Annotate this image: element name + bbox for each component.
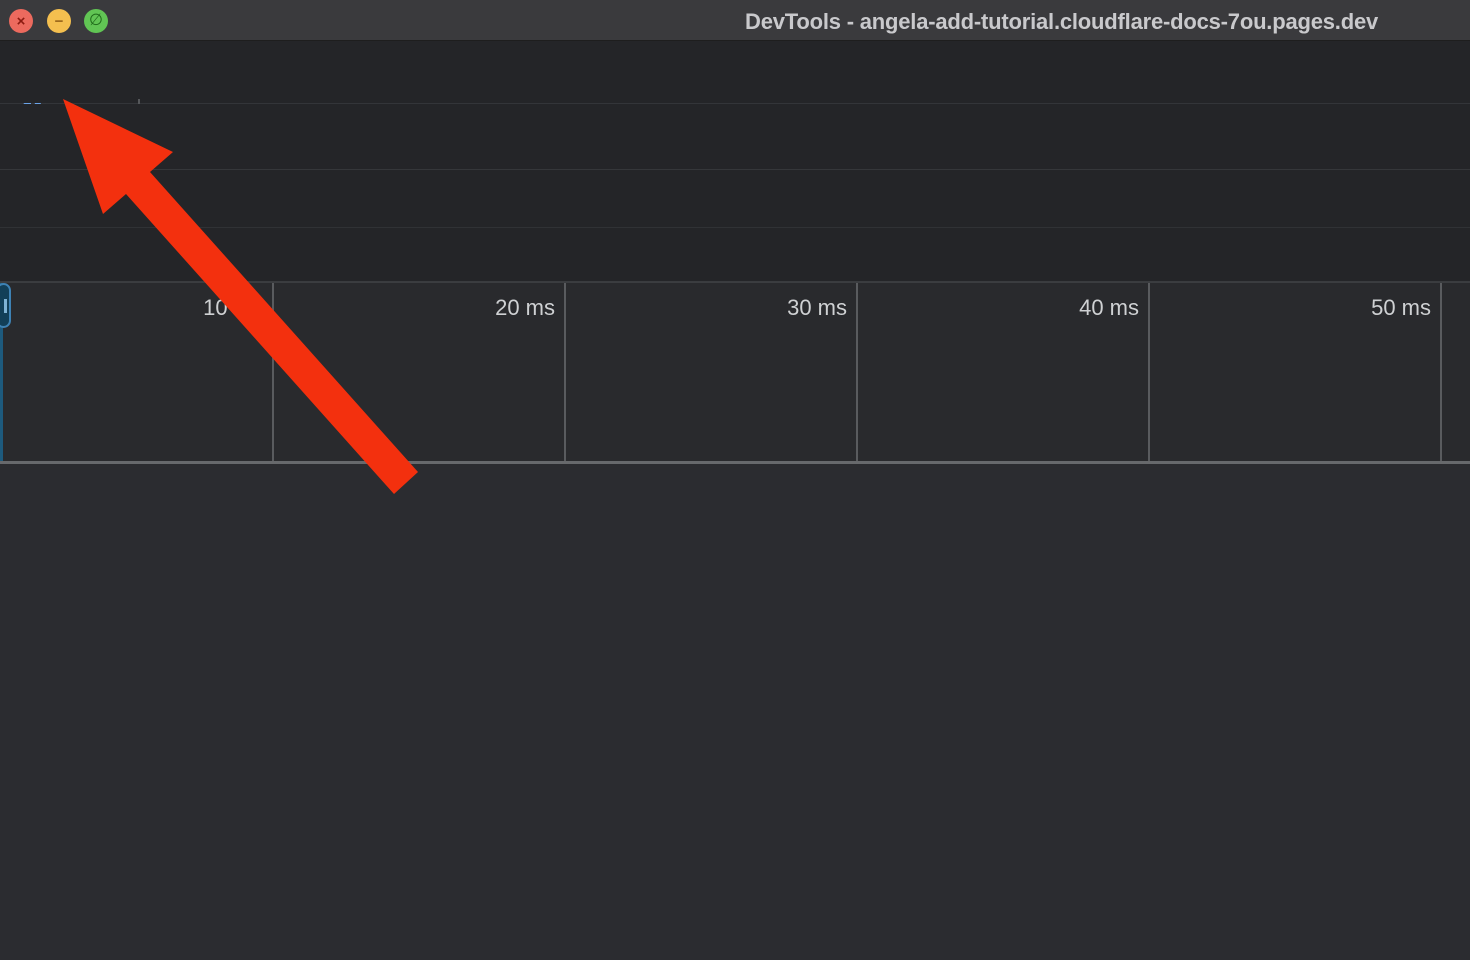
zoom-window-button[interactable]: ∅ — [84, 9, 108, 33]
devtools-tabbar: Console Network Sources Performance Memo… — [0, 41, 1470, 104]
timeline-tick-label: 10 ms — [203, 295, 263, 321]
titlebar: × − ∅ DevTools - angela-add-tutorial.clo… — [0, 0, 1470, 41]
network-filter-bar-2: Blocked requests 3rd-party requests — [0, 228, 1470, 282]
requests-table-empty-area: Recording network activity… Perform a re… — [0, 464, 1470, 960]
close-window-button[interactable]: × — [9, 9, 33, 33]
timeline-tick-label: 40 ms — [1079, 295, 1139, 321]
network-filter-bar: Invert Hide data URLs Hide extension URL… — [0, 170, 1470, 228]
timeline-tick-label: 30 ms — [787, 295, 847, 321]
overview-window-drag-handle[interactable] — [0, 283, 11, 328]
network-overview-timeline[interactable]: 10 ms 20 ms 30 ms 40 ms 50 ms — [0, 282, 1470, 462]
devtools-window: × − ∅ DevTools - angela-add-tutorial.clo… — [0, 0, 1470, 960]
timeline-column: 40 ms — [858, 283, 1150, 463]
minimize-window-button[interactable]: − — [47, 9, 71, 33]
timeline-tick-label: 20 ms — [495, 295, 555, 321]
window-title: DevTools - angela-add-tutorial.cloudflar… — [745, 9, 1378, 35]
network-toolbar: Preserve log Disable cache No throttling — [0, 104, 1470, 170]
timeline-column: 50 ms — [1150, 283, 1442, 463]
timeline-tick-label: 50 ms — [1371, 295, 1431, 321]
timeline-column: 10 ms — [0, 283, 274, 463]
timeline-column: 20 ms — [274, 283, 566, 463]
timeline-column: 30 ms — [566, 283, 858, 463]
